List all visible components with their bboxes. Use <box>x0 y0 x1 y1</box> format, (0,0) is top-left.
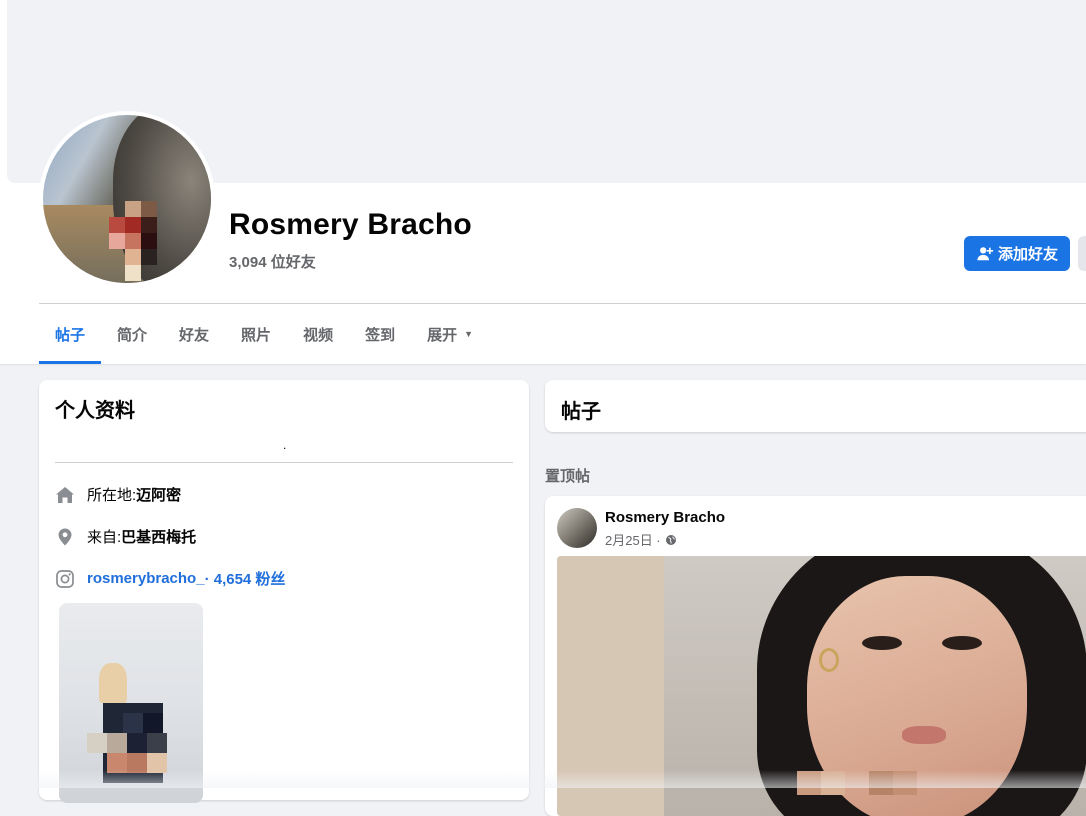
pinned-post: Rosmery Bracho 2月25日 · <box>545 496 1086 816</box>
tab-videos[interactable]: 视频 <box>287 304 349 364</box>
hometown-value[interactable]: 巴基西梅托 <box>121 526 196 547</box>
intro-card: 个人资料 . 所在地: 迈阿密 来自: 巴基西梅托 rosmerybracho_… <box>39 380 529 803</box>
posts-title: 帖子 <box>561 401 601 423</box>
profile-tabs: 帖子 简介 好友 照片 视频 签到 展开 ▼ <box>39 304 489 364</box>
add-friend-button[interactable]: 添加好友 <box>964 236 1070 271</box>
caret-down-icon: ▼ <box>464 329 474 339</box>
intro-divider <box>55 462 513 463</box>
instagram-row: rosmerybracho_ · 4,654 粉丝 <box>55 568 285 589</box>
location-pin-icon <box>58 528 72 545</box>
pinned-post-label: 置顶帖 <box>545 468 591 485</box>
add-friend-icon <box>977 246 994 260</box>
add-friend-label: 添加好友 <box>997 246 1058 263</box>
instagram-icon <box>56 569 74 588</box>
instagram-followers: · 4,654 粉丝 <box>204 571 286 588</box>
hometown-label: 来自: <box>87 529 122 546</box>
profile-name: Rosmery Bracho <box>229 208 472 241</box>
location-value[interactable]: 迈阿密 <box>136 484 181 505</box>
post-timestamp[interactable]: 2月25日 · <box>605 530 677 549</box>
home-icon <box>56 486 74 503</box>
intro-title: 个人资料 <box>55 400 135 422</box>
location-label: 所在地: <box>87 487 137 504</box>
tab-photos[interactable]: 照片 <box>225 304 287 364</box>
hometown-row: 来自: 巴基西梅托 <box>55 526 196 547</box>
location-row: 所在地: 迈阿密 <box>55 484 181 505</box>
tab-about[interactable]: 简介 <box>101 304 163 364</box>
post-author-avatar[interactable] <box>557 508 597 548</box>
post-author-name[interactable]: Rosmery Bracho <box>605 509 725 526</box>
instagram-link[interactable]: rosmerybracho_ <box>87 570 205 587</box>
posts-header-card: 帖子 <box>545 380 1086 432</box>
tab-more[interactable]: 展开 ▼ <box>411 304 489 364</box>
bottom-fade <box>0 770 1086 788</box>
friends-count[interactable]: 3,094 位好友 <box>229 251 316 272</box>
more-actions-button[interactable] <box>1078 236 1086 271</box>
tab-friends[interactable]: 好友 <box>163 304 225 364</box>
profile-header: Rosmery Bracho 3,094 位好友 添加好友 帖子 简介 好友 照… <box>0 0 1086 364</box>
tab-checkins[interactable]: 签到 <box>349 304 411 364</box>
tab-posts[interactable]: 帖子 <box>39 304 102 364</box>
intro-bio: . <box>283 438 287 452</box>
globe-icon <box>665 534 676 545</box>
profile-avatar[interactable] <box>43 115 211 283</box>
